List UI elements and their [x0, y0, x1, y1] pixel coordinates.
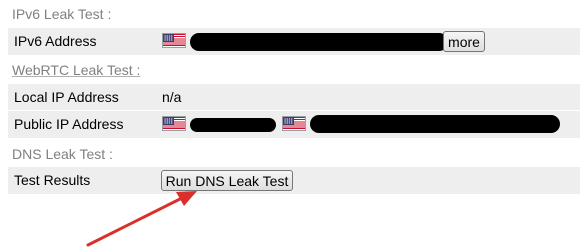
annotation-arrow-icon	[86, 191, 197, 247]
